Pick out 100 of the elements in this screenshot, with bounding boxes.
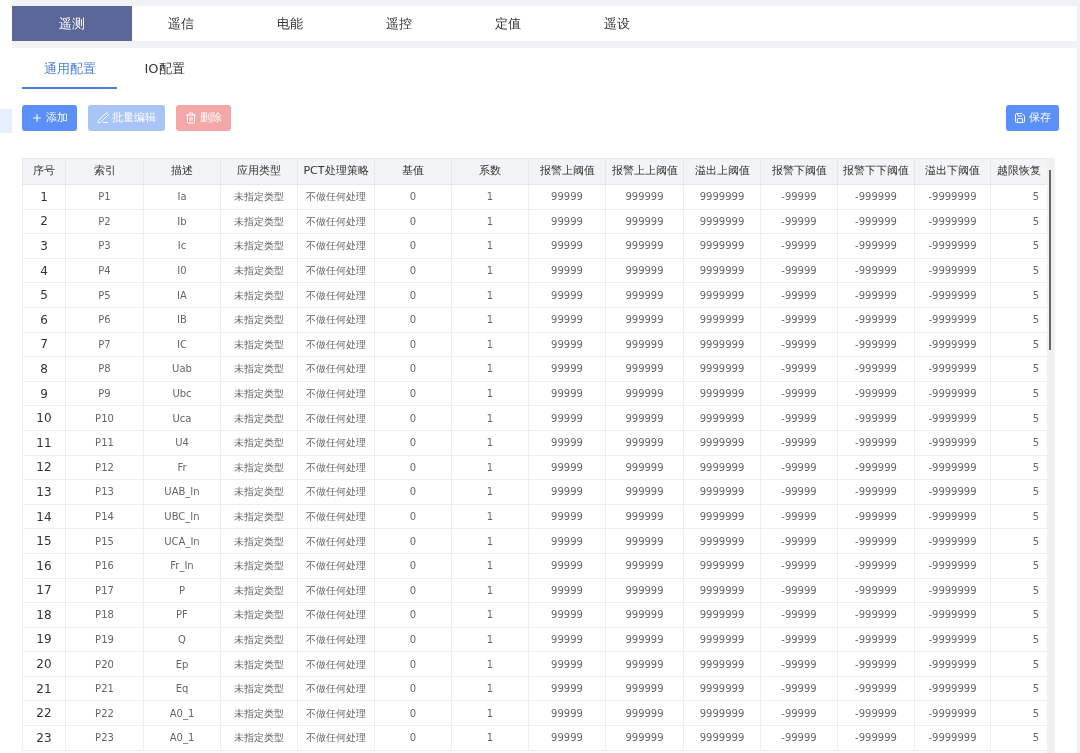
table-cell: 不做任何处理	[297, 381, 375, 406]
table-cell: 9999999	[683, 725, 761, 751]
table-cell: 999999	[605, 455, 684, 480]
table-cell: 999999	[605, 307, 684, 333]
table-cell: 0	[374, 430, 452, 456]
table-cell: 未指定类型	[220, 332, 298, 357]
table-cell: 1	[451, 627, 529, 652]
table-cell: 不做任何处理	[297, 602, 375, 628]
table-cell: UBC_In	[143, 504, 221, 529]
table-cell: 0	[374, 184, 452, 210]
table-cell: U4	[143, 430, 221, 456]
table-cell: 999999	[605, 725, 684, 751]
table-cell: 不做任何处理	[297, 578, 375, 603]
table-cell: 1	[451, 455, 529, 480]
table-cell: 99999	[528, 184, 606, 210]
table-cell: Ib	[143, 209, 221, 234]
table-cell: 0	[374, 381, 452, 406]
table-cell: 9999999	[683, 332, 761, 357]
tab[interactable]: 遥测	[12, 6, 132, 41]
table-cell: 9999999	[683, 430, 761, 456]
table-cell: 1	[451, 430, 529, 456]
table-cell: P22	[65, 700, 144, 726]
table-cell: 不做任何处理	[297, 676, 375, 701]
table-cell: 99999	[528, 504, 606, 529]
table-cell: 未指定类型	[220, 209, 298, 234]
table-cell: 9999999	[683, 504, 761, 529]
table-cell: P16	[65, 553, 144, 578]
table-cell: 1	[451, 233, 529, 259]
scrollbar-thumb[interactable]	[1049, 170, 1051, 350]
sub-tab[interactable]: 通用配置	[22, 51, 117, 89]
table-cell: 5	[22, 282, 66, 308]
table-cell: 16	[22, 553, 66, 578]
table-cell: -999999	[837, 307, 915, 333]
table-cell: 15	[22, 528, 66, 554]
table-cell: -9999999	[914, 233, 991, 259]
table-cell: -9999999	[914, 184, 991, 210]
table-cell: -999999	[837, 725, 915, 751]
table-cell: P1	[65, 184, 144, 210]
table-cell: -9999999	[914, 578, 991, 603]
table-cell: -9999999	[914, 553, 991, 578]
table-cell: -999999	[837, 332, 915, 357]
table-cell: 99999	[528, 430, 606, 456]
table-cell: 不做任何处理	[297, 430, 375, 456]
table-cell: 不做任何处理	[297, 553, 375, 578]
table-cell: 999999	[605, 627, 684, 652]
table-cell: -9999999	[914, 282, 991, 308]
table-cell: -99999	[760, 455, 838, 480]
table-cell: 999999	[605, 405, 684, 431]
table-cell: -9999999	[914, 258, 991, 283]
column-header: 溢出下阈值	[914, 158, 991, 185]
table-cell: 99999	[528, 356, 606, 382]
table-cell: UCA_In	[143, 528, 221, 554]
table-cell: 未指定类型	[220, 676, 298, 701]
table-cell: 0	[374, 602, 452, 628]
table-cell: P20	[65, 651, 144, 677]
table-cell: 不做任何处理	[297, 528, 375, 554]
table-cell: 99999	[528, 528, 606, 554]
table-cell: 999999	[605, 233, 684, 259]
table-cell: IC	[143, 332, 221, 357]
table-cell: 0	[374, 405, 452, 431]
table-cell: 9999999	[683, 209, 761, 234]
table-cell: 不做任何处理	[297, 356, 375, 382]
table-cell: 1	[451, 528, 529, 554]
table-cell: 9999999	[683, 553, 761, 578]
table-cell: -999999	[837, 651, 915, 677]
table-cell: 未指定类型	[220, 627, 298, 652]
table-cell: 不做任何处理	[297, 700, 375, 726]
table-cell: P23	[65, 725, 144, 751]
table-cell: 未指定类型	[220, 430, 298, 456]
table-cell: Ep	[143, 651, 221, 677]
table-cell: P10	[65, 405, 144, 431]
table-cell: 10	[22, 405, 66, 431]
table-cell: 99999	[528, 455, 606, 480]
table-cell: -999999	[837, 553, 915, 578]
table-cell: 0	[374, 479, 452, 505]
table-cell: -9999999	[914, 381, 991, 406]
table-cell: 9999999	[683, 233, 761, 259]
table-cell: Q	[143, 627, 221, 652]
table-cell: P2	[65, 209, 144, 234]
table-cell: 未指定类型	[220, 405, 298, 431]
table-cell: 99999	[528, 233, 606, 259]
table-cell: Uca	[143, 405, 221, 431]
table-cell: P11	[65, 430, 144, 456]
table-cell: 9999999	[683, 528, 761, 554]
table-cell: 999999	[605, 578, 684, 603]
table-cell: 1	[451, 700, 529, 726]
table-cell: -999999	[837, 455, 915, 480]
table-cell: 99999	[528, 258, 606, 283]
table-cell: 0	[374, 209, 452, 234]
table-cell: P13	[65, 479, 144, 505]
table-cell: 7	[22, 332, 66, 357]
table-cell: 999999	[605, 528, 684, 554]
table-cell: 0	[374, 651, 452, 677]
table-cell: 17	[22, 578, 66, 603]
column-header: 序号	[22, 158, 66, 185]
table-cell: 99999	[528, 209, 606, 234]
table-cell: 999999	[605, 184, 684, 210]
sub-tab[interactable]: IO配置	[117, 51, 212, 89]
table-cell: 未指定类型	[220, 602, 298, 628]
table-cell: P19	[65, 627, 144, 652]
